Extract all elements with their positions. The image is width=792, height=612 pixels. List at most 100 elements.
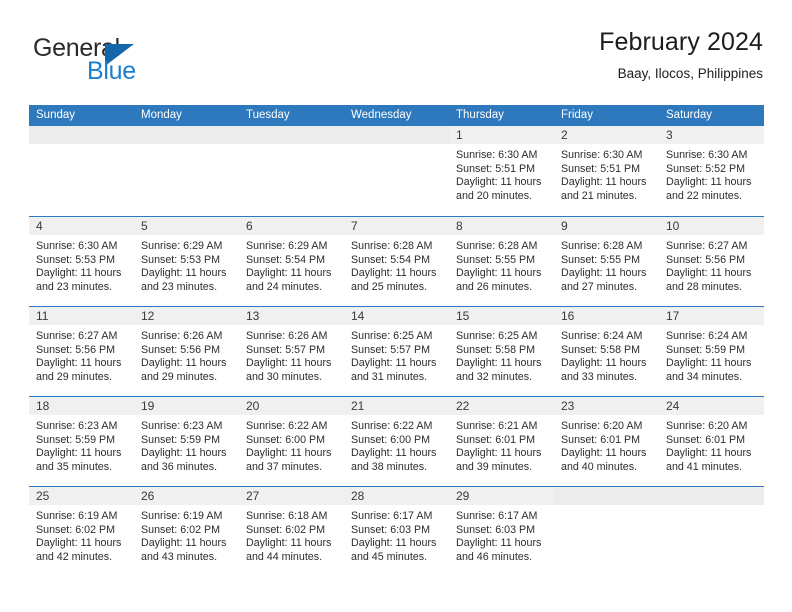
title-block: February 2024 Baay, Ilocos, Philippines xyxy=(599,28,763,81)
calendar-day-cell[interactable]: 14 Sunrise: 6:25 AM Sunset: 5:57 PM Dayligh… xyxy=(344,307,449,396)
day-number-bar: 7 xyxy=(344,217,449,235)
calendar-day-cell[interactable]: 6 Sunrise: 6:29 AM Sunset: 5:54 PM Daylight… xyxy=(239,217,344,306)
day-number-bar: 16 xyxy=(554,307,659,325)
daylight-text-line1: Daylight: 11 hours xyxy=(36,537,122,550)
sunrise-text: Sunrise: 6:30 AM xyxy=(666,149,748,161)
calendar-day-cell[interactable]: 29 Sunrise: 6:17 AM Sunset: 6:03 PM Dayligh… xyxy=(449,487,554,576)
calendar-day-cell[interactable]: 24 Sunrise: 6:20 AM Sunset: 6:01 PM Dayligh… xyxy=(659,397,764,486)
day-number: 8 xyxy=(456,219,463,233)
daylight-text-line2: and 24 minutes. xyxy=(246,280,323,293)
daylight-text-line2: and 30 minutes. xyxy=(246,370,323,383)
calendar-week-row: 18 Sunrise: 6:23 AM Sunset: 5:59 PM Dayligh… xyxy=(29,396,764,486)
day-number: 26 xyxy=(141,489,155,503)
day-number-bar: 25 xyxy=(29,487,134,505)
daylight-text-line1: Daylight: 11 hours xyxy=(351,267,437,280)
day-details: Sunrise: 6:25 AM Sunset: 5:57 PM Daylight:… xyxy=(344,325,449,384)
calendar-day-cell[interactable]: 18 Sunrise: 6:23 AM Sunset: 5:59 PM Dayligh… xyxy=(29,397,134,486)
daylight-text-line1: Daylight: 11 hours xyxy=(666,176,752,189)
day-details: Sunrise: 6:26 AM Sunset: 5:57 PM Daylight:… xyxy=(239,325,344,384)
day-number-bar: 11 xyxy=(29,307,134,325)
calendar-day-cell[interactable]: 7 Sunrise: 6:28 AM Sunset: 5:54 PM Daylight… xyxy=(344,217,449,306)
calendar-day-cell[interactable]: 2 Sunrise: 6:30 AM Sunset: 5:51 PM Daylight… xyxy=(554,126,659,216)
day-number-bar: 14 xyxy=(344,307,449,325)
daylight-text-line2: and 38 minutes. xyxy=(351,460,428,473)
weekday-header-monday: Monday xyxy=(141,109,182,121)
calendar-day-cell[interactable]: 17 Sunrise: 6:24 AM Sunset: 5:59 PM Dayligh… xyxy=(659,307,764,396)
calendar-day-cell[interactable]: 20 Sunrise: 6:22 AM Sunset: 6:00 PM Dayligh… xyxy=(239,397,344,486)
calendar-day-cell[interactable]: 9 Sunrise: 6:28 AM Sunset: 5:55 PM Daylight… xyxy=(554,217,659,306)
day-details: Sunrise: 6:24 AM Sunset: 5:58 PM Daylight:… xyxy=(554,325,659,384)
day-number-bar xyxy=(344,126,449,144)
sunset-text: Sunset: 5:59 PM xyxy=(666,343,746,356)
day-number-bar: 27 xyxy=(239,487,344,505)
sunrise-text: Sunrise: 6:28 AM xyxy=(351,240,433,252)
daylight-text-line2: and 45 minutes. xyxy=(351,550,428,563)
calendar-day-cell[interactable]: 27 Sunrise: 6:18 AM Sunset: 6:02 PM Dayligh… xyxy=(239,487,344,576)
daylight-text-line2: and 42 minutes. xyxy=(36,550,113,563)
sunrise-text: Sunrise: 6:17 AM xyxy=(456,510,538,522)
sunrise-text: Sunrise: 6:22 AM xyxy=(351,420,433,432)
daylight-text-line1: Daylight: 11 hours xyxy=(561,357,647,370)
weekday-header-friday: Friday xyxy=(561,109,593,121)
calendar-day-cell[interactable]: 10 Sunrise: 6:27 AM Sunset: 5:56 PM Dayligh… xyxy=(659,217,764,306)
sunset-text: Sunset: 5:55 PM xyxy=(456,253,536,266)
calendar-day-cell[interactable]: 13 Sunrise: 6:26 AM Sunset: 5:57 PM Dayligh… xyxy=(239,307,344,396)
day-number-bar: 29 xyxy=(449,487,554,505)
daylight-text-line1: Daylight: 11 hours xyxy=(141,267,227,280)
calendar-day-cell-empty xyxy=(344,126,449,216)
calendar-day-cell[interactable]: 19 Sunrise: 6:23 AM Sunset: 5:59 PM Dayligh… xyxy=(134,397,239,486)
general-blue-logo[interactable]: General Blue xyxy=(29,30,249,88)
daylight-text-line2: and 29 minutes. xyxy=(36,370,113,383)
sunrise-text: Sunrise: 6:28 AM xyxy=(561,240,643,252)
sunset-text: Sunset: 5:59 PM xyxy=(141,433,221,446)
day-number: 3 xyxy=(666,128,673,142)
calendar-day-cell[interactable]: 3 Sunrise: 6:30 AM Sunset: 5:52 PM Daylight… xyxy=(659,126,764,216)
day-number: 27 xyxy=(246,489,260,503)
daylight-text-line2: and 23 minutes. xyxy=(36,280,113,293)
calendar-day-cell[interactable]: 22 Sunrise: 6:21 AM Sunset: 6:01 PM Dayligh… xyxy=(449,397,554,486)
daylight-text-line1: Daylight: 11 hours xyxy=(561,176,647,189)
day-number: 15 xyxy=(456,309,470,323)
day-details: Sunrise: 6:30 AM Sunset: 5:53 PM Daylight:… xyxy=(29,235,134,294)
day-details: Sunrise: 6:23 AM Sunset: 5:59 PM Daylight:… xyxy=(134,415,239,474)
calendar-day-cell-empty xyxy=(29,126,134,216)
calendar-day-cell[interactable]: 12 Sunrise: 6:26 AM Sunset: 5:56 PM Dayligh… xyxy=(134,307,239,396)
day-number: 7 xyxy=(351,219,358,233)
calendar-day-cell[interactable]: 16 Sunrise: 6:24 AM Sunset: 5:58 PM Dayligh… xyxy=(554,307,659,396)
calendar-day-cell[interactable]: 26 Sunrise: 6:19 AM Sunset: 6:02 PM Dayligh… xyxy=(134,487,239,576)
day-number: 12 xyxy=(141,309,155,323)
calendar-grid: Sunday Monday Tuesday Wednesday Thursday Frid… xyxy=(29,105,764,576)
daylight-text-line2: and 46 minutes. xyxy=(456,550,533,563)
day-details: Sunrise: 6:23 AM Sunset: 5:59 PM Daylight:… xyxy=(29,415,134,474)
day-details: Sunrise: 6:17 AM Sunset: 6:03 PM Daylight:… xyxy=(449,505,554,564)
calendar-day-cell[interactable]: 15 Sunrise: 6:25 AM Sunset: 5:58 PM Dayligh… xyxy=(449,307,554,396)
calendar-day-cell[interactable]: 5 Sunrise: 6:29 AM Sunset: 5:53 PM Daylight… xyxy=(134,217,239,306)
day-number: 16 xyxy=(561,309,575,323)
sunrise-text: Sunrise: 6:21 AM xyxy=(456,420,538,432)
day-number-bar: 20 xyxy=(239,397,344,415)
sunset-text: Sunset: 5:53 PM xyxy=(141,253,221,266)
day-number: 24 xyxy=(666,399,680,413)
calendar-day-cell[interactable]: 1 Sunrise: 6:30 AM Sunset: 5:51 PM Daylight… xyxy=(449,126,554,216)
daylight-text-line1: Daylight: 11 hours xyxy=(246,357,332,370)
sunset-text: Sunset: 6:01 PM xyxy=(456,433,536,446)
calendar-day-cell[interactable]: 11 Sunrise: 6:27 AM Sunset: 5:56 PM Dayligh… xyxy=(29,307,134,396)
day-number-bar: 6 xyxy=(239,217,344,235)
calendar-day-cell[interactable]: 28 Sunrise: 6:17 AM Sunset: 6:03 PM Dayligh… xyxy=(344,487,449,576)
calendar-day-cell[interactable]: 8 Sunrise: 6:28 AM Sunset: 5:55 PM Daylight… xyxy=(449,217,554,306)
calendar-day-cell[interactable]: 21 Sunrise: 6:22 AM Sunset: 6:00 PM Dayligh… xyxy=(344,397,449,486)
sunset-text: Sunset: 5:51 PM xyxy=(561,162,641,175)
sunrise-text: Sunrise: 6:26 AM xyxy=(246,330,328,342)
day-number-bar: 3 xyxy=(659,126,764,144)
sunrise-text: Sunrise: 6:26 AM xyxy=(141,330,223,342)
calendar-day-cell[interactable]: 25 Sunrise: 6:19 AM Sunset: 6:02 PM Dayligh… xyxy=(29,487,134,576)
calendar-day-cell[interactable]: 23 Sunrise: 6:20 AM Sunset: 6:01 PM Dayligh… xyxy=(554,397,659,486)
calendar-day-cell[interactable]: 4 Sunrise: 6:30 AM Sunset: 5:53 PM Daylight… xyxy=(29,217,134,306)
daylight-text-line2: and 22 minutes. xyxy=(666,189,743,202)
day-number: 17 xyxy=(666,309,680,323)
day-details: Sunrise: 6:20 AM Sunset: 6:01 PM Daylight:… xyxy=(659,415,764,474)
page-header: General Blue February 2024 Baay, Ilocos,… xyxy=(29,28,763,96)
daylight-text-line1: Daylight: 11 hours xyxy=(666,267,752,280)
sunset-text: Sunset: 5:55 PM xyxy=(561,253,641,266)
day-details: Sunrise: 6:27 AM Sunset: 5:56 PM Daylight:… xyxy=(29,325,134,384)
